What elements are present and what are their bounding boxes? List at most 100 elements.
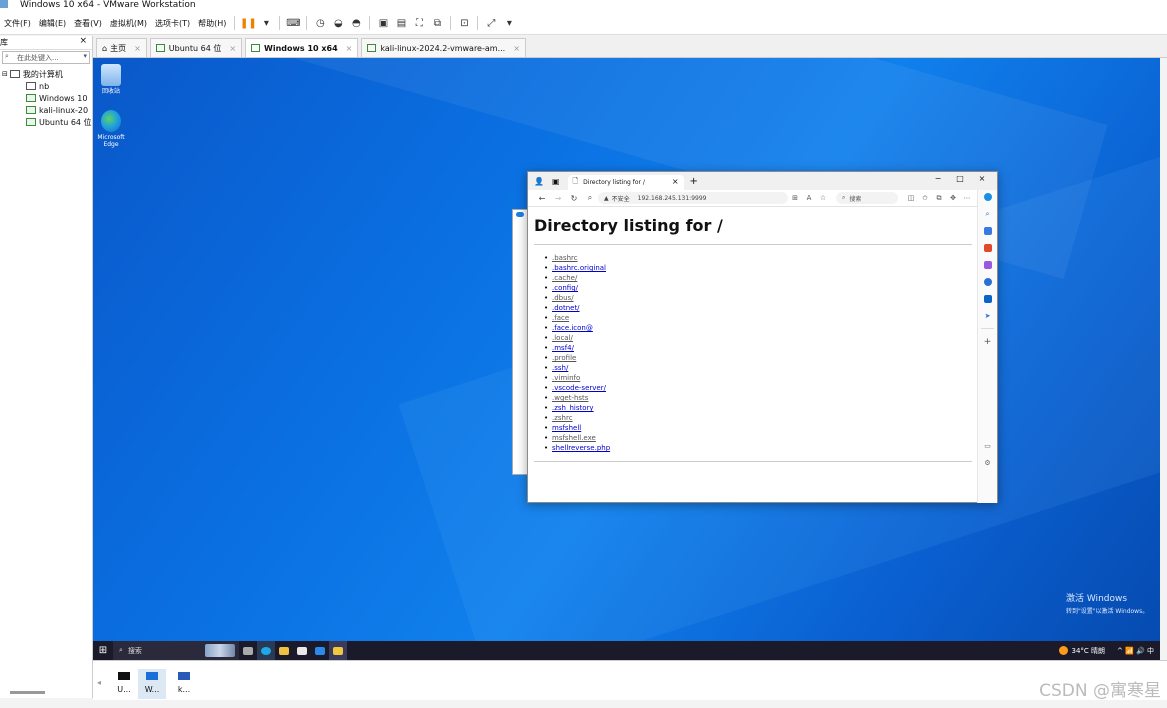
tab-actions-icon[interactable]: ▣ xyxy=(552,177,560,186)
close-icon[interactable]: × xyxy=(513,44,520,53)
taskbar-search-input[interactable]: ⌕ 搜索 xyxy=(113,641,239,660)
file-link[interactable]: .profile xyxy=(544,353,972,363)
close-icon[interactable]: × xyxy=(229,44,236,53)
file-link[interactable]: .ssh/ xyxy=(544,363,972,373)
menu-view[interactable]: 查看(V) xyxy=(70,18,106,29)
snapshot-icon[interactable]: ◷ xyxy=(313,16,327,30)
task-view-icon[interactable] xyxy=(239,641,257,660)
file-link[interactable]: .wget-hsts xyxy=(544,393,972,403)
revert-snapshot-icon[interactable]: ◒ xyxy=(331,16,345,30)
minimize-button[interactable]: − xyxy=(927,174,949,183)
extensions-icon[interactable]: ✥ xyxy=(946,194,960,202)
library-search-input[interactable]: ⌕ 在此处键入... ▾ xyxy=(2,51,90,64)
file-link[interactable]: .dotnet/ xyxy=(544,303,972,313)
browser-search-input[interactable]: ⌕ 搜索 xyxy=(836,192,898,204)
stretch-dropdown-icon[interactable]: ▾ xyxy=(502,16,516,30)
tree-item-kali-linux[interactable]: kali-linux-20 xyxy=(0,104,92,116)
new-tab-button[interactable]: + xyxy=(690,176,698,187)
maximize-button[interactable]: □ xyxy=(949,174,971,183)
split-screen-icon[interactable]: ◫ xyxy=(904,194,918,202)
desktop-icon-recycle-bin[interactable]: 回收站 xyxy=(97,64,125,95)
file-link[interactable]: .face.icon@ xyxy=(544,323,972,333)
send-keys-icon[interactable]: ⌨ xyxy=(286,16,300,30)
thumbnail-ubuntu[interactable]: U... xyxy=(110,669,138,699)
add-icon[interactable]: + xyxy=(984,338,992,347)
stretch-icon[interactable]: ⤢ xyxy=(484,16,498,30)
file-link[interactable]: .msf4/ xyxy=(544,343,972,353)
python-icon[interactable] xyxy=(329,641,347,660)
favorite-icon[interactable]: ☆ xyxy=(816,194,830,202)
sidebar-layout-icon[interactable]: ▭ xyxy=(984,442,992,450)
file-link[interactable]: .config/ xyxy=(544,283,972,293)
edge-taskbar-icon[interactable] xyxy=(257,641,275,660)
close-icon[interactable]: × xyxy=(79,36,87,46)
thumbnail-kali[interactable]: k... xyxy=(170,669,198,699)
chevron-down-icon[interactable]: ▾ xyxy=(83,52,87,60)
favorites-icon[interactable]: ✩ xyxy=(918,194,932,202)
file-link[interactable]: .zshrc xyxy=(544,413,972,423)
menu-file[interactable]: 文件(F) xyxy=(0,18,35,29)
tree-item-windows-10[interactable]: Windows 10 xyxy=(0,92,92,104)
file-link[interactable]: .cache/ xyxy=(544,273,972,283)
send-icon[interactable]: ➤ xyxy=(984,312,992,320)
shopping-icon[interactable] xyxy=(983,244,992,252)
store-icon[interactable] xyxy=(293,641,311,660)
tools-icon[interactable] xyxy=(983,278,992,286)
address-bar[interactable]: ▲ 不安全 192.168.245.131:9999 xyxy=(598,192,788,204)
tab-windows-10[interactable]: Windows 10 x64 × xyxy=(245,38,359,57)
tab-home[interactable]: ⌂ 主页 × xyxy=(96,38,147,57)
file-link[interactable]: .local/ xyxy=(544,333,972,343)
more-icon[interactable]: ⋯ xyxy=(960,194,974,202)
thumbnail-view-icon[interactable]: ▤ xyxy=(394,16,408,30)
snapshot-manager-icon[interactable]: ◓ xyxy=(349,16,363,30)
menu-tabs[interactable]: 选项卡(T) xyxy=(151,18,194,29)
terminal-icon[interactable]: ⊡ xyxy=(457,16,471,30)
collections-icon[interactable]: ⧉ xyxy=(932,194,946,203)
close-button[interactable]: × xyxy=(971,174,993,183)
reader-icon[interactable]: ⊞ xyxy=(788,194,802,202)
file-link[interactable]: .face xyxy=(544,313,972,323)
tree-item-ubuntu[interactable]: Ubuntu 64 位 xyxy=(0,116,92,128)
games-icon[interactable] xyxy=(983,261,992,269)
file-link[interactable]: .bashrc xyxy=(544,253,972,263)
file-link[interactable]: .dbus/ xyxy=(544,293,972,303)
file-link[interactable]: .bashrc.original xyxy=(544,263,972,273)
library-scrollbar[interactable] xyxy=(10,691,45,694)
file-explorer-icon[interactable] xyxy=(275,641,293,660)
refresh-icon[interactable]: ↻ xyxy=(566,194,582,203)
unity-icon[interactable]: ⧉ xyxy=(430,16,444,30)
profile-icon[interactable]: 👤 xyxy=(534,177,544,186)
file-link[interactable]: .zsh_history xyxy=(544,403,972,413)
tree-item-my-computer[interactable]: ⊟ 我的计算机 xyxy=(0,68,92,80)
search-icon[interactable]: ⌕ xyxy=(984,210,992,218)
outlook-icon[interactable] xyxy=(983,295,992,303)
edge-browser-window[interactable]: 👤 ▣ 🗋 Directory listing for / × + − □ × … xyxy=(527,171,998,503)
close-icon[interactable]: × xyxy=(672,177,679,186)
tree-item-nb[interactable]: nb xyxy=(0,80,92,92)
gear-icon[interactable]: ⚙ xyxy=(984,459,992,467)
search-icon[interactable]: ⌕ xyxy=(582,193,598,203)
weather-text[interactable]: 34°C 晴朗 xyxy=(1071,646,1105,656)
menu-vm[interactable]: 虚拟机(M) xyxy=(106,18,151,29)
desktop-icon-edge[interactable]: Microsoft Edge xyxy=(97,110,125,148)
tray-icons[interactable]: ^ 📶 🔊 中 xyxy=(1117,646,1154,656)
mail-icon[interactable] xyxy=(311,641,329,660)
windows-start-icon[interactable]: ⊞ xyxy=(93,641,113,660)
guest-desktop[interactable]: 回收站 Microsoft Edge 👤 ▣ 🗋 Directory listi… xyxy=(93,58,1160,641)
file-link[interactable]: .vscode-server/ xyxy=(544,383,972,393)
back-icon[interactable]: ← xyxy=(534,194,550,203)
collapse-icon[interactable]: ⊟ xyxy=(2,70,8,78)
read-aloud-icon[interactable]: A xyxy=(802,194,816,202)
tab-ubuntu[interactable]: Ubuntu 64 位 × xyxy=(149,38,243,57)
file-link[interactable]: shellreverse.php xyxy=(544,443,972,453)
browser-tab[interactable]: 🗋 Directory listing for / × xyxy=(567,175,684,190)
pause-dropdown-icon[interactable]: ▾ xyxy=(259,16,273,30)
pause-icon[interactable]: ❚❚ xyxy=(240,16,257,30)
file-link[interactable]: msfshell.exe xyxy=(544,433,972,443)
console-view-icon[interactable]: ▣ xyxy=(376,16,390,30)
menu-edit[interactable]: 编辑(E) xyxy=(35,18,70,29)
file-link[interactable]: .viminfo xyxy=(544,373,972,383)
file-link[interactable]: msfshell xyxy=(544,423,972,433)
copilot-icon[interactable] xyxy=(983,193,992,201)
close-icon[interactable]: × xyxy=(134,44,141,53)
